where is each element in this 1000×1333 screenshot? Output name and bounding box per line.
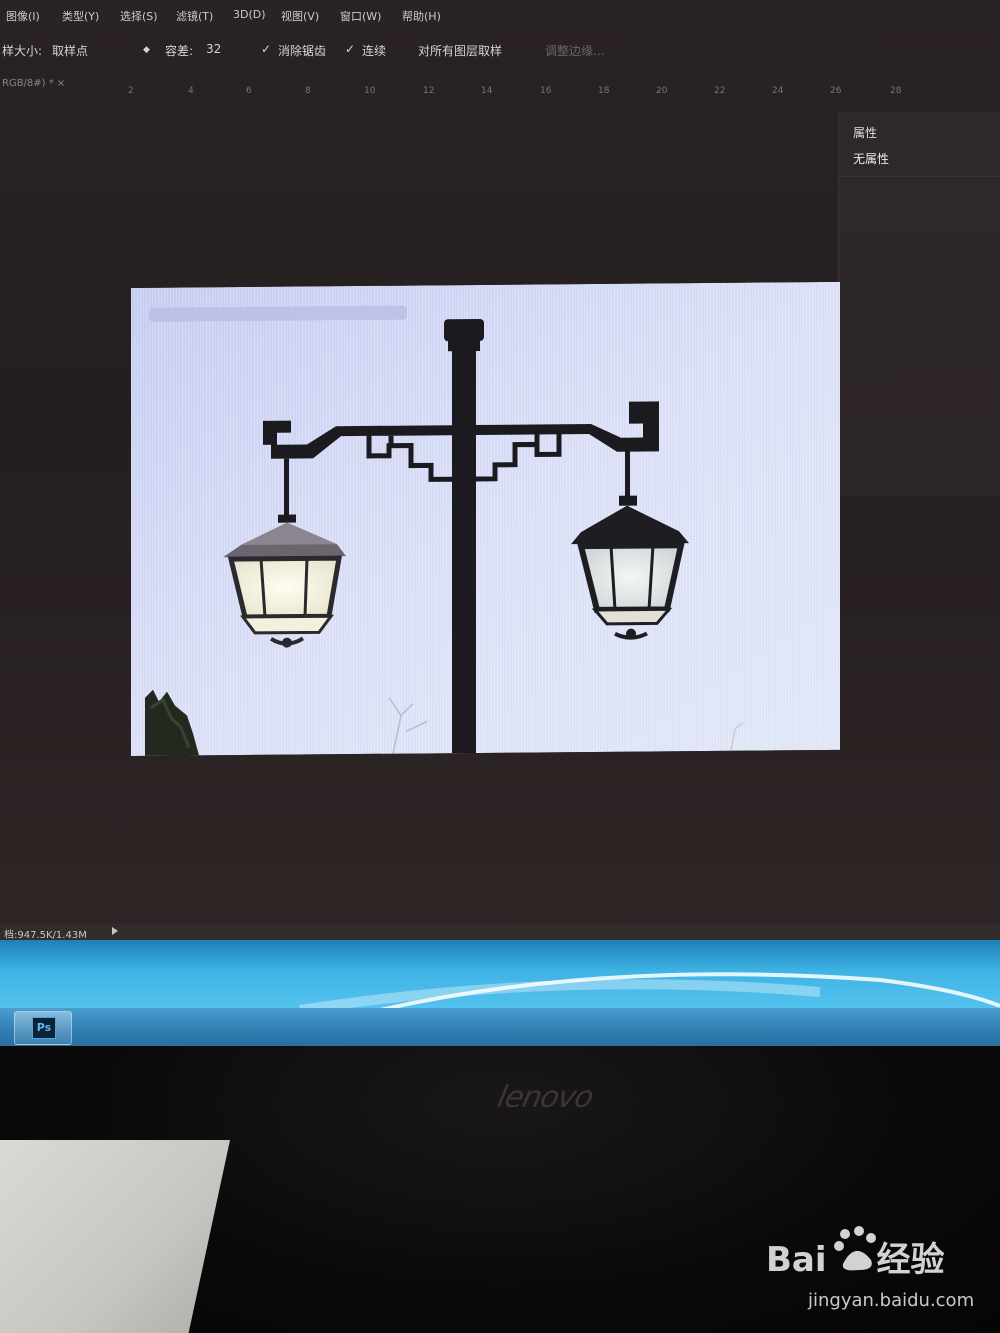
status-bar: 档:947.5K/1.43M — [0, 924, 1000, 941]
ruler-tick: 10 — [364, 86, 376, 96]
contiguous-checkbox-label[interactable]: 连续 — [362, 42, 386, 59]
sample-size-label: 样大小: — [2, 44, 43, 58]
ruler-tick: 14 — [481, 86, 493, 96]
ruler-tick: 12 — [423, 86, 435, 96]
photoshop-window: 图像(I) 类型(Y) 选择(S) 滤镜(T) 3D(D) 视图(V) 窗口(W… — [0, 0, 1000, 941]
all-layers-checkbox-label[interactable]: 对所有图层取样 — [418, 42, 502, 59]
ruler-tick: 20 — [656, 86, 668, 96]
wallpaper-swoosh — [299, 972, 1000, 1010]
ruler-tick: 4 — [188, 86, 194, 96]
menu-view[interactable]: 视图(V) — [281, 8, 319, 24]
ruler-tick: 16 — [540, 86, 552, 96]
ruler-tick: 26 — [830, 86, 842, 96]
baidu-logo-text: Bai — [766, 1240, 827, 1280]
ruler-tick: 24 — [772, 86, 784, 96]
document-canvas[interactable] — [131, 281, 840, 756]
desktop-wallpaper — [0, 940, 1000, 1010]
panel-divider — [839, 176, 1000, 177]
refine-edge-button[interactable]: 调整边缘... — [545, 42, 604, 59]
checkmark-icon[interactable]: ✓ — [261, 42, 271, 56]
ruler-tick: 8 — [305, 86, 311, 96]
baidu-watermark-logo: Bai 经验 — [766, 1232, 945, 1281]
ruler-tick: 2 — [128, 86, 134, 96]
menu-bar: 图像(I) 类型(Y) 选择(S) 滤镜(T) 3D(D) 视图(V) 窗口(W… — [0, 4, 1000, 30]
taskbar-photoshop-button[interactable]: Ps — [14, 1011, 72, 1045]
ruler-tick: 28 — [890, 86, 902, 96]
properties-panel: 属性 无属性 — [838, 112, 1000, 496]
photoshop-icon: Ps — [32, 1017, 56, 1039]
baidu-watermark-url: jingyan.baidu.com — [808, 1290, 975, 1311]
sample-size-select[interactable]: 取样点 — [52, 42, 88, 59]
menu-window[interactable]: 窗口(W) — [340, 8, 381, 24]
menu-filter[interactable]: 滤镜(T) — [176, 8, 213, 24]
checkmark-icon[interactable]: ✓ — [345, 42, 355, 56]
menu-help[interactable]: 帮助(H) — [402, 8, 441, 24]
document-size-readout: 档:947.5K/1.43M — [4, 930, 87, 941]
chevron-updown-icon[interactable]: ◆ — [143, 45, 150, 55]
menu-type[interactable]: 类型(Y) — [62, 8, 99, 24]
properties-panel-title[interactable]: 属性 — [853, 124, 877, 141]
menu-3d[interactable]: 3D(D) — [233, 8, 266, 21]
tolerance-input[interactable]: 32 — [206, 42, 221, 56]
menu-select[interactable]: 选择(S) — [120, 8, 158, 24]
play-arrow-icon[interactable] — [112, 927, 118, 935]
antialias-checkbox-label[interactable]: 消除锯齿 — [278, 42, 326, 59]
properties-panel-value: 无属性 — [853, 152, 890, 166]
menu-image[interactable]: 图像(I) — [6, 8, 40, 24]
jingyan-logo-text: 经验 — [876, 1240, 945, 1280]
ruler-tick: 18 — [598, 86, 610, 96]
options-bar: 样大小: 取样点 ◆ 容差: 32 ✓ 消除锯齿 ✓ 连续 对所有图层取样 调整… — [0, 38, 1000, 66]
horizontal-ruler: 2 4 6 8 10 12 14 16 18 20 22 24 26 28 — [0, 86, 970, 100]
taskbar: Ps — [0, 1008, 1000, 1046]
ruler-tick: 6 — [246, 86, 252, 96]
monitor-brand-logo: lenovo — [494, 1080, 597, 1115]
street-lamp-photo — [131, 281, 840, 756]
tolerance-label: 容差: — [165, 44, 194, 58]
ruler-tick: 22 — [714, 86, 726, 96]
